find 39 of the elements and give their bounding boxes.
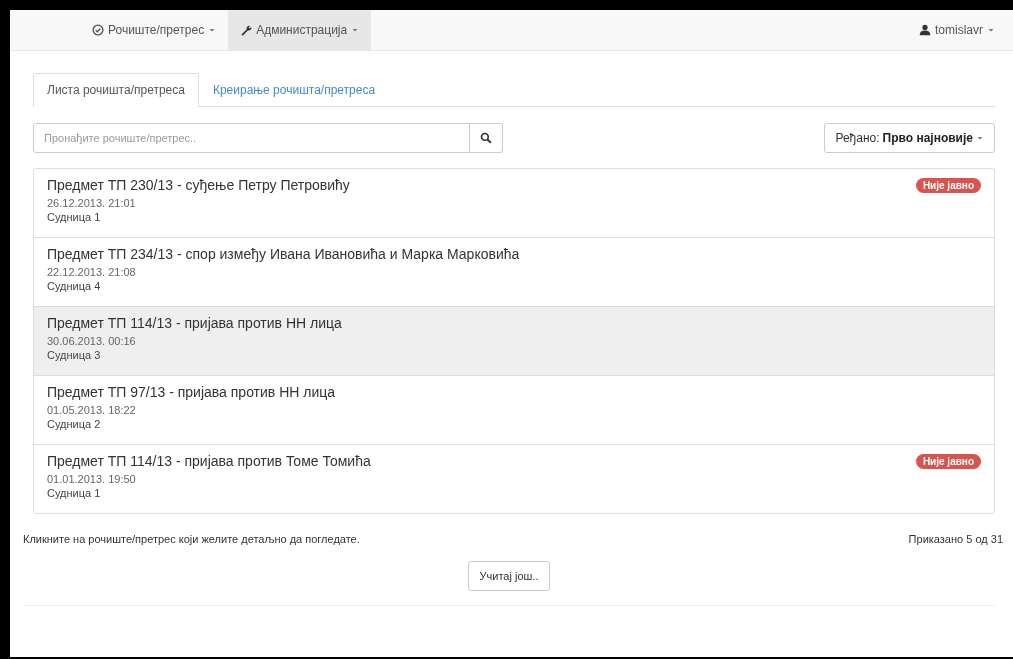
- courtroom-label: Судница 1: [47, 486, 102, 500]
- hearing-date: 01.01.2013. 19:50: [47, 472, 137, 486]
- hearing-title: Предмет ТП 114/13 - пријава против НН лица: [47, 315, 343, 331]
- hearing-item[interactable]: Предмет ТП 114/13 - пријава против Томе Томића 01.01.2013. 19:50 Судница 1 Није јавно: [34, 444, 994, 513]
- search-button[interactable]: [470, 123, 503, 153]
- courtroom-label: Судница 1: [47, 210, 102, 224]
- status-badge: Није јавно: [915, 178, 981, 193]
- hearing-title: Предмет ТП 234/13 - спор између Ивана Ивановића и Марка Марковића: [47, 246, 521, 262]
- wrench-icon: [240, 24, 253, 36]
- user-menu[interactable]: tomislavr: [907, 10, 1007, 50]
- courtroom-label: Судница 4: [47, 279, 102, 293]
- hint-text: Кликните на рочиште/претрес који желите детаљно да погледате.: [23, 533, 360, 545]
- nav-menu[interactable]: Администрација: [228, 10, 372, 50]
- caret-icon: [987, 26, 995, 34]
- hearing-date: 26.12.2013. 21:01: [47, 196, 137, 210]
- search-icon: [480, 132, 492, 144]
- hearing-date: 30.06.2013. 00:16: [47, 334, 137, 348]
- hearing-item[interactable]: Предмет ТП 230/13 - суђење Петру Петровићу 26.12.2013. 21:01 Судница 1 Није јавно: [34, 169, 994, 237]
- load-more-button[interactable]: Учитај још..: [467, 561, 551, 591]
- tab[interactable]: Креирање рочишта/претреса: [198, 73, 390, 107]
- sort-dropdown[interactable]: Ређано: Прво најновије: [824, 123, 995, 153]
- nav-menu[interactable]: Рочиште/претрес: [80, 10, 229, 50]
- status-badge: Није јавно: [915, 454, 981, 469]
- hearing-title: Предмет ТП 97/13 - пријава против НН лица: [47, 384, 337, 400]
- tab[interactable]: Листа рочишта/претреса: [33, 73, 199, 107]
- hearing-item[interactable]: Предмет ТП 114/13 - пријава против НН лица 30.06.2013. 00:16 Судница 3: [34, 306, 994, 375]
- caret-icon: [351, 26, 360, 34]
- courtroom-label: Судница 3: [47, 348, 102, 362]
- hearing-title: Предмет ТП 230/13 - суђење Петру Петровићу: [47, 177, 351, 193]
- hearing-date: 01.05.2013. 18:22: [47, 403, 137, 417]
- hearing-date: 22.12.2013. 21:08: [47, 265, 137, 279]
- hearing-title: Предмет ТП 114/13 - пријава против Томе Томића: [47, 453, 372, 469]
- hearing-item[interactable]: Предмет ТП 97/13 - пријава против НН лица 01.05.2013. 18:22 Судница 2: [34, 375, 994, 444]
- result-count: Приказано 5 од 31: [908, 533, 1003, 545]
- caret-icon: [976, 134, 984, 142]
- user-icon: [919, 24, 931, 36]
- caret-icon: [208, 26, 217, 34]
- courtroom-label: Судница 2: [47, 417, 102, 431]
- search-field[interactable]: Пронађите рочиште/претрес..: [33, 123, 470, 153]
